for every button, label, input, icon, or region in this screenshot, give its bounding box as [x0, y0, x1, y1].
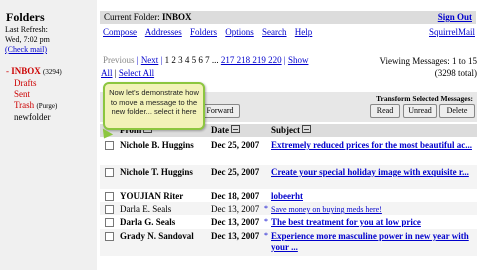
- message-checkbox[interactable]: [105, 218, 114, 227]
- folder-label-sent[interactable]: Sent: [14, 89, 30, 99]
- current-folder-bar: Current Folder: INBOX Sign Out: [100, 11, 476, 24]
- message-subject[interactable]: Create your special holiday image with e…: [271, 167, 476, 178]
- message-row[interactable]: Darla G. Seals Dec 13, 2007 * The best t…: [100, 215, 477, 229]
- show-all-link[interactable]: All: [101, 68, 113, 78]
- folder-label-drafts[interactable]: Drafts: [14, 78, 37, 88]
- folder-label-trash[interactable]: Trash: [14, 100, 34, 110]
- page-ellipsis: ...: [211, 55, 219, 65]
- expand-arrow: -: [6, 66, 9, 76]
- message-checkbox[interactable]: [105, 232, 114, 241]
- message-from: Darla G. Seals: [120, 217, 176, 227]
- sort-icon[interactable]: [231, 125, 240, 133]
- message-date: Dec 25, 2007: [211, 140, 260, 150]
- nav-search[interactable]: Search: [262, 27, 287, 37]
- main-nav: Compose Addresses Folders Options Search…: [103, 27, 475, 37]
- current-folder-name: INBOX: [162, 12, 192, 22]
- message-from: YOUJIAN Riter: [120, 191, 184, 201]
- folder-label-inbox[interactable]: INBOX: [11, 66, 41, 76]
- purge-link[interactable]: (Purge): [36, 102, 57, 110]
- forward-button[interactable]: Forward: [200, 104, 240, 118]
- sort-icon[interactable]: [302, 125, 311, 133]
- column-subject-label: Subject: [271, 125, 300, 135]
- refresh-info: Last Refresh: Wed, 7:02 pm (Check mail): [5, 25, 50, 55]
- sign-out-link[interactable]: Sign Out: [438, 12, 472, 22]
- flag-star: *: [264, 231, 268, 240]
- message-date: Dec 25, 2007: [211, 167, 260, 177]
- nav-help[interactable]: Help: [295, 27, 313, 37]
- folder-pane: Folders Last Refresh: Wed, 7:02 pm (Chec…: [0, 0, 97, 270]
- message-from: Nichole B. Huggins: [120, 140, 194, 150]
- unread-button[interactable]: Unread: [403, 104, 437, 118]
- message-from: Nichole T. Huggins: [120, 167, 193, 177]
- message-date: Dec 13, 2007: [211, 231, 260, 241]
- message-subject[interactable]: lobeerht: [271, 191, 476, 202]
- message-subject[interactable]: Extremely reduced prices for the most be…: [271, 140, 476, 151]
- pagination: Previous | Next | 1 2 3 4 5 6 7 ... 217 …: [103, 55, 309, 65]
- folder-item-inbox[interactable]: - INBOX (3294): [6, 66, 62, 78]
- folder-item-newfolder[interactable]: newfolder: [6, 112, 62, 123]
- folder-list: - INBOX (3294) Drafts Sent Trash (Purge)…: [6, 66, 62, 123]
- message-subject[interactable]: The best treatment for you at low price: [271, 217, 476, 228]
- folder-item-sent[interactable]: Sent: [6, 89, 62, 100]
- message-list: Nichole B. Huggins Dec 25, 2007 Extremel…: [100, 138, 477, 256]
- squirrelmail-link[interactable]: SquirrelMail: [429, 27, 475, 37]
- delete-button[interactable]: Delete: [439, 104, 475, 118]
- column-subject[interactable]: Subject: [271, 125, 311, 135]
- tutorial-tooltip: Now let's demonstrate how to move a mess…: [103, 82, 205, 130]
- flag-star: *: [264, 204, 268, 213]
- column-date[interactable]: Date: [211, 125, 240, 135]
- nav-folders[interactable]: Folders: [190, 27, 217, 37]
- inbox-count: (3294): [43, 68, 62, 76]
- last-refresh-time: Wed, 7:02 pm: [5, 35, 50, 44]
- select-all-link[interactable]: Select All: [119, 68, 154, 78]
- folder-item-drafts[interactable]: Drafts: [6, 78, 62, 89]
- message-date: Dec 13, 2007: [211, 217, 260, 227]
- viewing-info: Viewing Messages: 1 to 15 (3298 total): [380, 55, 477, 79]
- nav-compose[interactable]: Compose: [103, 27, 137, 37]
- message-row[interactable]: Grady N. Sandoval Dec 13, 2007 * Experie…: [100, 229, 477, 256]
- previous-link[interactable]: Previous: [103, 55, 135, 65]
- check-mail-link[interactable]: (Check mail): [5, 45, 47, 54]
- message-row[interactable]: YOUJIAN Riter Dec 18, 2007 lobeerht: [100, 189, 477, 202]
- squirrelmail-window: Folders Last Refresh: Wed, 7:02 pm (Chec…: [0, 0, 480, 270]
- current-folder-label: Current Folder:: [104, 12, 160, 22]
- select-links: All | Select All: [101, 68, 155, 78]
- viewing-range: Viewing Messages: 1 to 15: [379, 56, 477, 66]
- message-date: Dec 18, 2007: [211, 191, 260, 201]
- message-subject[interactable]: Experience more masculine power in new y…: [271, 231, 476, 253]
- folder-item-trash[interactable]: Trash (Purge): [6, 100, 62, 112]
- nav-options[interactable]: Options: [225, 27, 254, 37]
- folders-title: Folders: [6, 10, 45, 24]
- nav-addresses[interactable]: Addresses: [145, 27, 182, 37]
- page-numbers[interactable]: 1 2 3 4 5 6 7: [165, 55, 210, 65]
- read-button[interactable]: Read: [370, 104, 400, 118]
- message-checkbox[interactable]: [105, 205, 114, 214]
- folder-label-newfolder[interactable]: newfolder: [14, 112, 50, 122]
- transform-label: Transform Selected Messages:: [376, 94, 473, 103]
- message-subject[interactable]: Save money on buying meds here!: [271, 204, 476, 215]
- last-refresh-label: Last Refresh:: [5, 25, 48, 34]
- flag-star: *: [264, 217, 268, 226]
- message-checkbox[interactable]: [105, 168, 114, 177]
- next-link[interactable]: Next: [141, 55, 159, 65]
- message-list-pane: Current Folder: INBOX Sign Out Compose A…: [97, 0, 480, 270]
- total-count: (3298 total): [434, 68, 477, 78]
- message-checkbox[interactable]: [105, 192, 114, 201]
- later-page-numbers[interactable]: 217 218 219 220: [221, 55, 282, 65]
- message-from: Darla E. Seals: [120, 204, 172, 214]
- show-link[interactable]: Show: [288, 55, 309, 65]
- message-row[interactable]: Nichole T. Huggins Dec 25, 2007 Create y…: [100, 165, 477, 189]
- column-date-label: Date: [211, 125, 229, 135]
- message-checkbox[interactable]: [105, 141, 114, 150]
- message-from: Grady N. Sandoval: [120, 231, 194, 241]
- message-row[interactable]: Darla E. Seals Dec 13, 2007 * Save money…: [100, 202, 477, 215]
- message-date: Dec 13, 2007: [211, 204, 260, 214]
- current-folder-text: Current Folder: INBOX: [104, 12, 192, 22]
- message-row[interactable]: Nichole B. Huggins Dec 25, 2007 Extremel…: [100, 138, 477, 165]
